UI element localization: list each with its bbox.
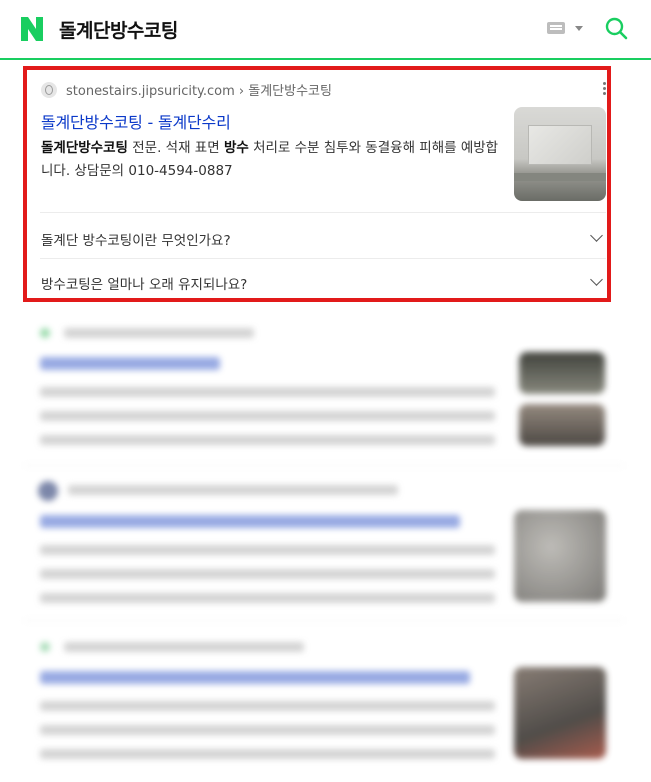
blurred-text — [64, 328, 254, 338]
search-header: 돌계단방수코팅 — [0, 0, 651, 60]
source-url[interactable]: stonestairs.jipsuricity.com › 돌계단방수코팅 — [66, 80, 332, 99]
blurred-title — [40, 357, 220, 370]
blurred-text — [40, 593, 495, 603]
blurred-image — [514, 667, 606, 759]
desc-keyword: 돌계단방수코팅 — [41, 140, 128, 156]
blurred-favicon — [40, 642, 50, 652]
blurred-title — [40, 515, 460, 528]
blurred-text — [64, 642, 304, 652]
result-source[interactable]: stonestairs.jipsuricity.com › 돌계단방수코팅 — [41, 80, 332, 99]
thumbnail-step-edge — [514, 173, 606, 181]
blurred-text — [40, 387, 495, 397]
blurred-title — [40, 671, 470, 684]
search-icon[interactable] — [604, 16, 628, 40]
desc-keyword: 방수 — [223, 140, 249, 156]
result-description: 돌계단방수코팅 전문. 석재 표면 방수 처리로 수분 침투와 동결융해 피해를… — [41, 137, 501, 183]
result-thumbnail[interactable] — [514, 107, 606, 201]
search-query-text[interactable]: 돌계단방수코팅 — [59, 16, 178, 43]
blurred-text — [40, 725, 495, 735]
blurred-results — [24, 315, 624, 782]
blurred-text — [40, 569, 495, 579]
thumbnail-stone-slab — [528, 125, 592, 165]
globe-icon — [41, 81, 57, 98]
blurred-divider — [24, 620, 624, 621]
blurred-favicon — [40, 328, 50, 338]
chevron-down-icon[interactable] — [575, 26, 583, 31]
desc-text: 전문. 석재 표면 — [127, 140, 224, 156]
blurred-image — [514, 510, 606, 602]
blurred-text — [40, 749, 495, 759]
blurred-image — [519, 352, 605, 394]
faq-question[interactable]: 돌계단 방수코팅이란 무엇인가요? — [41, 229, 231, 249]
blurred-image — [519, 404, 605, 446]
naver-logo-icon[interactable] — [21, 17, 43, 41]
blurred-text — [40, 411, 495, 421]
faq-question[interactable]: 방수코팅은 얼마나 오래 유지되나요? — [41, 273, 247, 293]
more-options-icon[interactable] — [603, 82, 606, 95]
blurred-text — [40, 435, 495, 445]
blurred-divider — [24, 465, 624, 466]
result-title-link[interactable]: 돌계단방수코팅 - 돌계단수리 — [41, 109, 231, 133]
divider — [40, 212, 606, 213]
divider — [40, 258, 606, 259]
blurred-text — [68, 485, 398, 495]
blurred-text — [40, 701, 495, 711]
blurred-avatar — [38, 481, 58, 501]
keyboard-icon[interactable] — [547, 22, 565, 34]
blurred-text — [40, 545, 495, 555]
